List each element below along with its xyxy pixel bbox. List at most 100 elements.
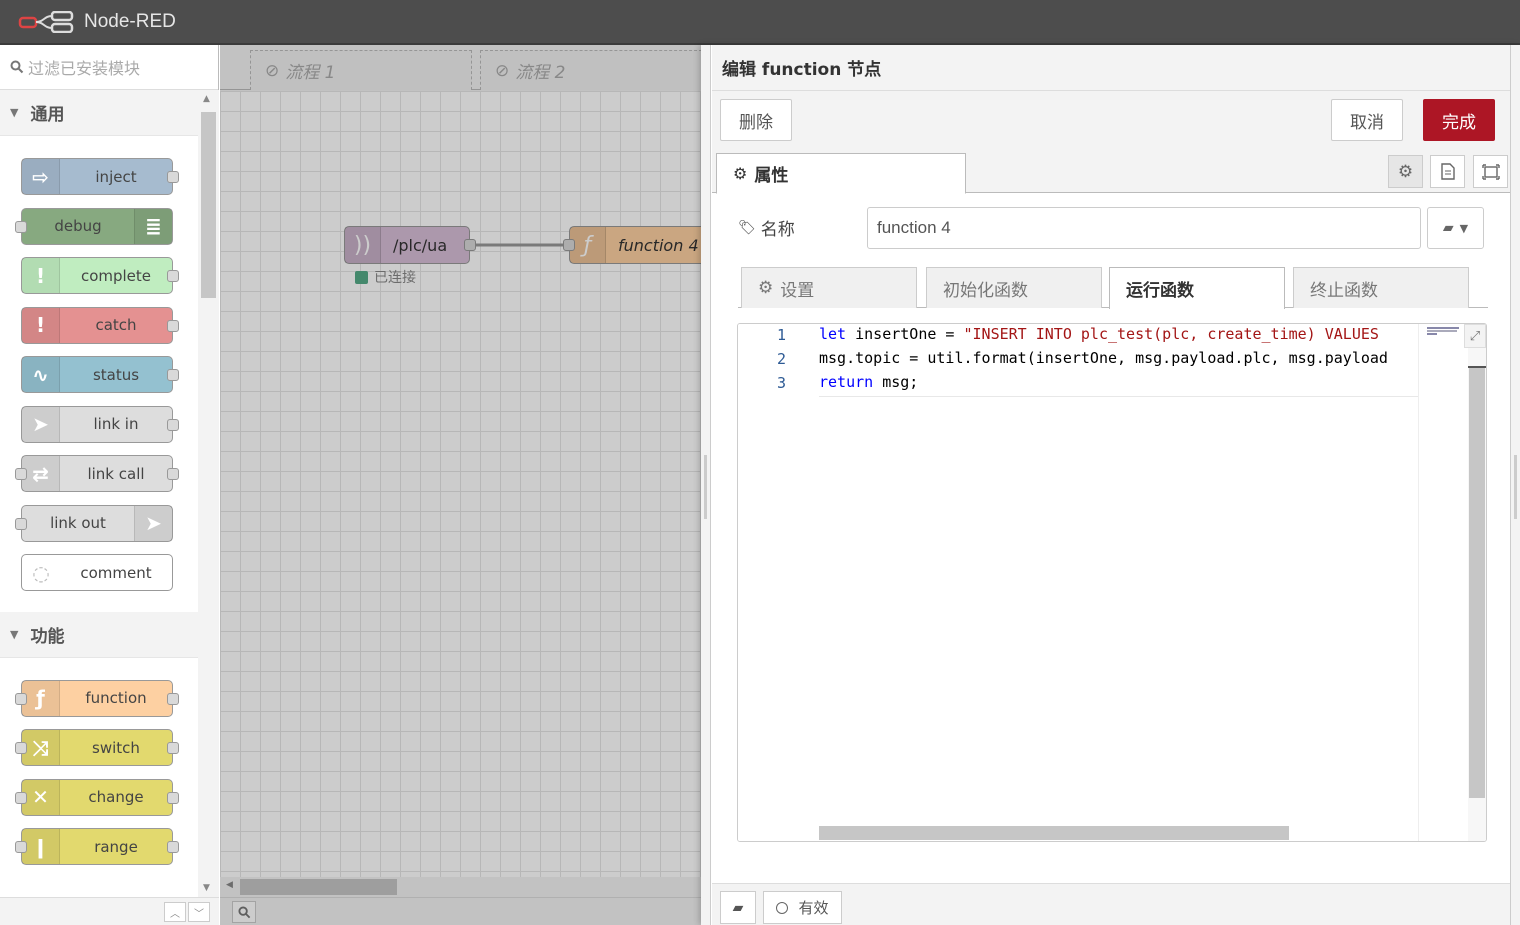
palette-node-range[interactable]: ǀ range bbox=[15, 828, 179, 865]
expand-editor-button[interactable]: ⤢ bbox=[1464, 324, 1486, 348]
node-palette: 过滤已安装模块 ▼ 通用 ⇨ inject debug ≣ ! complete ! catch ∿… bbox=[0, 45, 219, 925]
palette-node-link-call[interactable]: ⇄ link call bbox=[15, 455, 179, 492]
palette-node-function[interactable]: ƒ function bbox=[15, 679, 179, 717]
palette-node-link-in[interactable]: ➤ link in bbox=[21, 405, 179, 443]
tab-on-stop[interactable]: 终止函数 bbox=[1293, 267, 1469, 308]
palette-category-body: ⇨ inject debug ≣ ! complete ! catch ∿ status ➤ link… bbox=[0, 136, 198, 612]
arrow-in-icon: ⇨ bbox=[22, 159, 60, 194]
palette-category-header[interactable]: ▼ 通用 bbox=[0, 90, 198, 136]
tab-node-settings[interactable]: ⚙ bbox=[1388, 155, 1423, 188]
tray-resize-handle[interactable] bbox=[701, 45, 711, 925]
input-port bbox=[15, 517, 27, 530]
palette-node-inject[interactable]: ⇨ inject bbox=[21, 158, 179, 195]
editor-h-scrollbar[interactable] bbox=[819, 826, 1289, 840]
enabled-toggle[interactable]: 有效 bbox=[763, 891, 842, 924]
palette-node-catch[interactable]: ! catch bbox=[21, 306, 179, 344]
link-in-icon: ➤ bbox=[22, 406, 60, 442]
editor-scroll-thumb[interactable] bbox=[1469, 368, 1485, 798]
tab-node-description[interactable] bbox=[1430, 155, 1465, 188]
editor-v-scrollbar[interactable] bbox=[1468, 324, 1486, 841]
tag-icon: 🏷 bbox=[738, 219, 756, 236]
palette-search[interactable]: 过滤已安装模块 bbox=[0, 45, 218, 90]
output-port bbox=[167, 791, 179, 804]
palette-node-label: comment bbox=[80, 563, 152, 582]
name-label: 🏷 名称 bbox=[738, 215, 795, 241]
line-number: 2 bbox=[776, 350, 786, 368]
palette-category-header[interactable]: ▼ 功能 bbox=[0, 611, 198, 658]
frame-icon bbox=[1481, 163, 1500, 180]
comment-icon: ◌ bbox=[32, 560, 50, 585]
app-title: Node-RED bbox=[84, 10, 176, 32]
input-port bbox=[15, 791, 27, 804]
palette-node-change[interactable]: ✕ change bbox=[15, 778, 179, 816]
palette-node-status[interactable]: ∿ status bbox=[21, 356, 179, 393]
library-button[interactable]: ▰ ▼ bbox=[1427, 207, 1484, 249]
input-port bbox=[15, 841, 27, 853]
circle-icon bbox=[776, 901, 789, 914]
palette-search-input[interactable]: 过滤已安装模块 bbox=[28, 55, 140, 79]
palette-node-label: link in bbox=[93, 415, 139, 433]
output-port bbox=[167, 369, 179, 381]
palette-node-label: switch bbox=[92, 738, 140, 757]
enabled-label: 有效 bbox=[798, 899, 829, 917]
help-button[interactable]: ▰ bbox=[720, 891, 756, 924]
palette-scroll-thumb[interactable] bbox=[201, 112, 216, 298]
done-button[interactable]: 完成 bbox=[1423, 99, 1495, 141]
cancel-button[interactable]: 取消 bbox=[1331, 99, 1403, 141]
code-area[interactable]: let insertOne = "INSERT INTO plc_test(pl… bbox=[819, 324, 1419, 841]
caret-down-icon: ▼ bbox=[1459, 221, 1469, 235]
header-bar: Node-RED bbox=[0, 0, 1520, 45]
line-number: 3 bbox=[776, 374, 786, 392]
code-line-current: return msg; bbox=[819, 373, 1419, 397]
tab-properties[interactable]: ⚙ 属性 bbox=[716, 153, 966, 194]
link-call-icon: ⇄ bbox=[22, 456, 60, 491]
sidebar-resize-handle[interactable] bbox=[1510, 45, 1520, 925]
collapse-all-button[interactable]: ︿ bbox=[164, 902, 186, 922]
expand-all-button[interactable]: ﹀ bbox=[188, 902, 210, 922]
scroll-up-icon[interactable]: ▲ bbox=[203, 94, 210, 104]
document-icon bbox=[1440, 163, 1455, 180]
code-minimap[interactable] bbox=[1418, 324, 1468, 841]
palette-node-debug[interactable]: debug ≣ bbox=[15, 207, 173, 245]
gear-icon: ⚙ bbox=[1397, 161, 1414, 182]
chevron-up-icon: ︿ bbox=[170, 908, 180, 920]
string-literal: "INSERT INTO plc_test(plc, create_time) … bbox=[963, 325, 1379, 343]
range-icon: ǀ bbox=[22, 829, 60, 864]
line-number-gutter: 1 2 3 bbox=[738, 324, 818, 841]
palette-node-complete[interactable]: ! complete bbox=[21, 257, 179, 294]
tab-label: 初始化函数 bbox=[943, 280, 1028, 301]
palette-node-label: link call bbox=[87, 464, 145, 483]
chevron-down-icon: ﹀ bbox=[194, 908, 204, 920]
tab-node-appearance[interactable] bbox=[1473, 155, 1508, 188]
keyword: let bbox=[819, 325, 847, 343]
name-input[interactable] bbox=[867, 207, 1421, 249]
code-text: msg.topic = util.format(insertOne, msg.p… bbox=[819, 349, 1388, 367]
palette-list: ▼ 通用 ⇨ inject debug ≣ ! complete ! catch ∿ status ➤ l… bbox=[0, 90, 198, 897]
tab-on-message[interactable]: 运行函数 bbox=[1109, 267, 1285, 309]
chevron-down-icon: ▼ bbox=[10, 106, 19, 119]
node-red-logo-icon bbox=[18, 10, 74, 33]
book-icon: ▰ bbox=[1442, 220, 1454, 236]
output-port bbox=[167, 418, 179, 431]
category-label: 功能 bbox=[30, 626, 65, 647]
input-port bbox=[15, 468, 27, 480]
palette-scrollbar[interactable]: ▲ ▼ bbox=[198, 90, 219, 897]
workspace: ⊘ 流程 1 ⊘ 流程 2 )) /plc/ua 已连接 ƒ function … bbox=[220, 45, 702, 925]
palette-node-label: status bbox=[92, 365, 140, 384]
tab-on-start[interactable]: 初始化函数 bbox=[926, 267, 1102, 308]
tab-setup[interactable]: ⚙ 设置 bbox=[741, 267, 917, 308]
code-editor[interactable]: 1 2 3 let insertOne = "INSERT INTO plc_t… bbox=[737, 323, 1487, 842]
palette-node-label: change bbox=[88, 788, 144, 806]
palette-node-comment[interactable]: ◌ comment bbox=[21, 554, 173, 591]
exclamation-icon: ! bbox=[22, 307, 60, 343]
book-icon: ▰ bbox=[732, 899, 744, 916]
chevron-down-icon: ▼ bbox=[10, 627, 19, 641]
output-port bbox=[167, 319, 179, 332]
scroll-down-icon[interactable]: ▼ bbox=[203, 883, 210, 893]
palette-node-switch[interactable]: ⤨ switch bbox=[15, 729, 179, 766]
delete-button[interactable]: 删除 bbox=[720, 99, 792, 141]
gear-icon: ⚙ bbox=[733, 164, 748, 183]
palette-node-link-out[interactable]: link out ➤ bbox=[15, 504, 173, 542]
name-row: 🏷 名称 ▰ ▼ bbox=[738, 207, 1484, 249]
shuffle-icon: ✕ bbox=[22, 779, 60, 815]
